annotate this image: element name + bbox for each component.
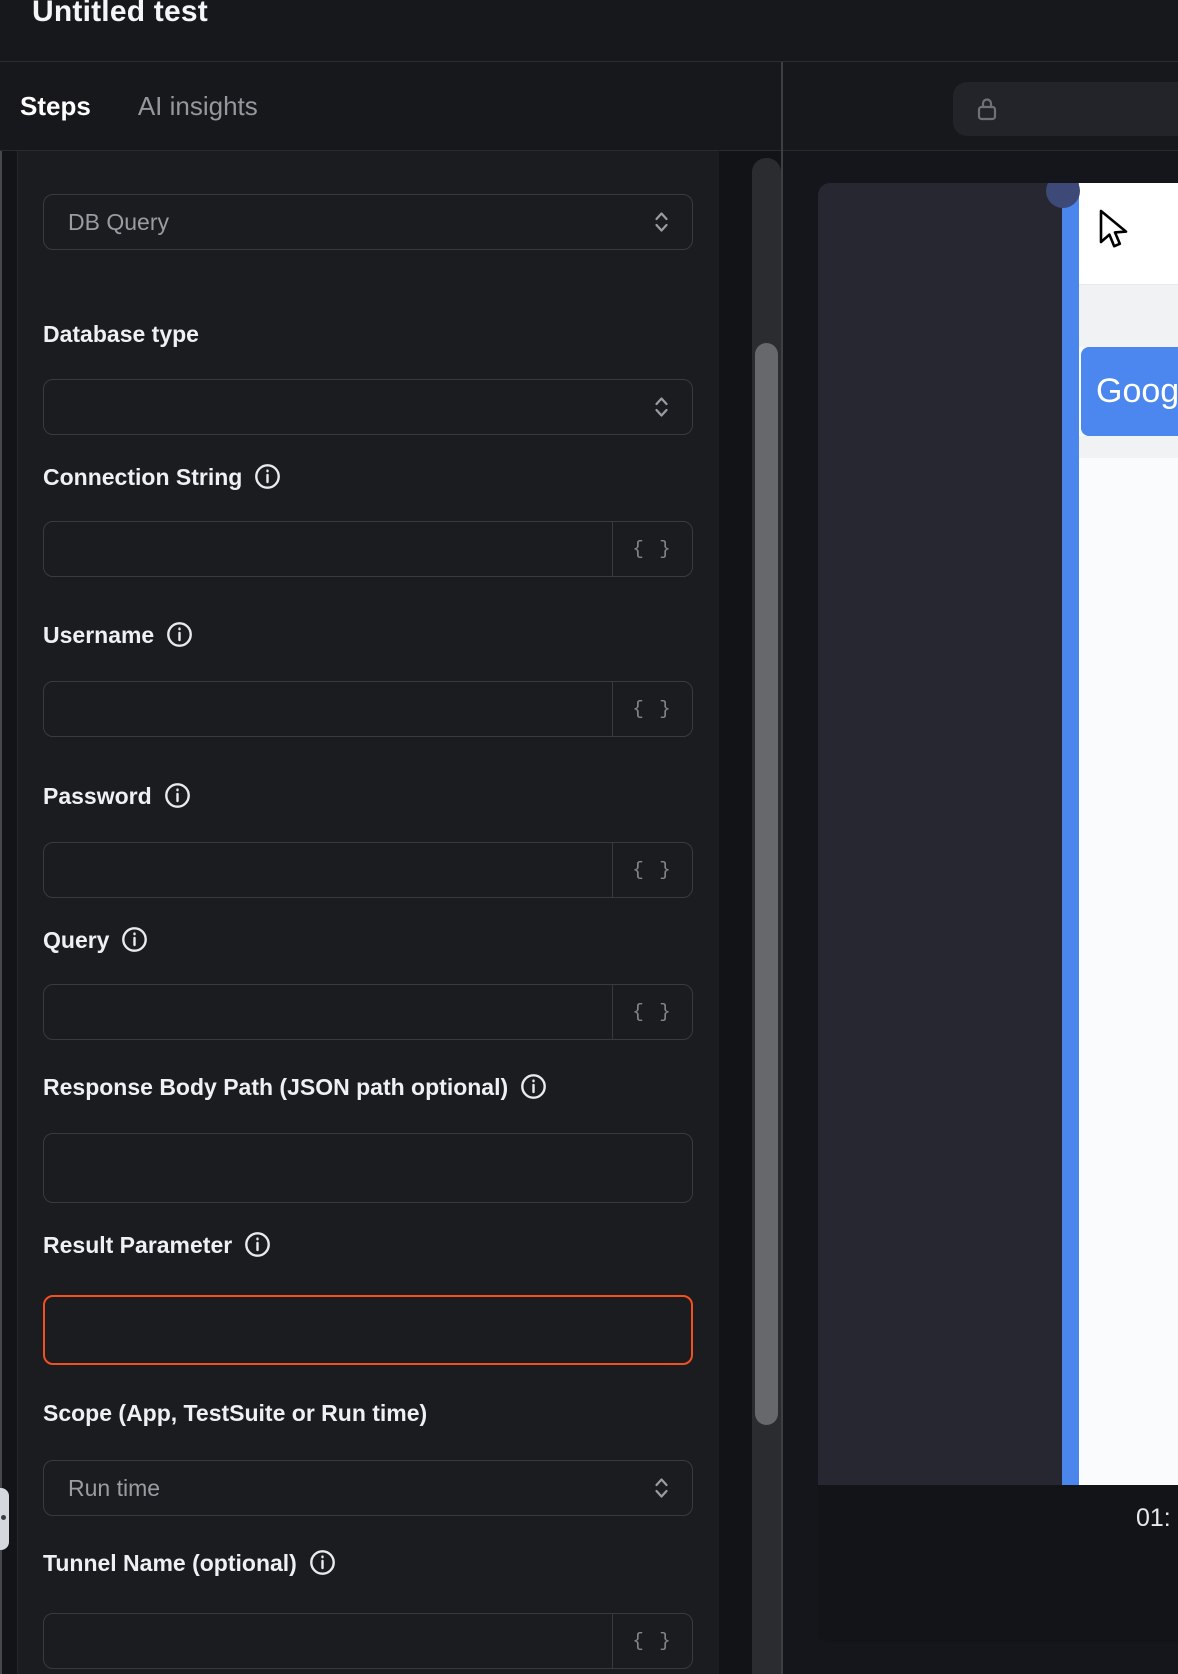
insert-parameter-button[interactable]: { }: [612, 682, 692, 736]
field-connection-string: Connection String { }: [43, 463, 692, 577]
connection-string-input-value: [44, 522, 612, 576]
connection-string-input[interactable]: { }: [43, 521, 693, 577]
panel-scrollbar-thumb[interactable]: [755, 343, 778, 1425]
panel-scrollbar-track[interactable]: [752, 158, 781, 1674]
insert-parameter-button[interactable]: { }: [612, 1614, 692, 1668]
browser-toolbar: [783, 62, 1178, 151]
password-label: Password: [43, 782, 692, 809]
field-username: Username { }: [43, 621, 692, 737]
database-type-label: Database type: [43, 321, 692, 347]
tunnel-name-input[interactable]: { }: [43, 1613, 693, 1669]
query-input-value: [44, 985, 612, 1039]
username-input[interactable]: { }: [43, 681, 693, 737]
info-icon[interactable]: [164, 782, 191, 809]
page-dark-region: [818, 183, 1062, 1485]
connection-string-label: Connection String: [43, 463, 692, 490]
info-icon[interactable]: [254, 463, 281, 490]
field-database-type: Database type: [43, 321, 692, 435]
result-parameter-label: Result Parameter: [43, 1231, 692, 1258]
page-gray-section: [1079, 436, 1178, 458]
insert-parameter-button[interactable]: { }: [612, 522, 692, 576]
action-select[interactable]: DB Query: [43, 194, 693, 250]
query-input[interactable]: { }: [43, 984, 693, 1040]
result-parameter-input-value: [45, 1297, 691, 1363]
google-button-label: Goog: [1096, 372, 1178, 411]
response-body-path-input[interactable]: [43, 1133, 693, 1203]
info-icon[interactable]: [166, 621, 193, 648]
action-select-value: DB Query: [68, 209, 169, 236]
tunnel-name-input-value: [44, 1614, 612, 1668]
panel-gutter: [719, 151, 781, 1674]
query-label: Query: [43, 926, 692, 953]
timeline-timestamp: 01:: [1136, 1504, 1171, 1533]
field-query: Query { }: [43, 926, 692, 1040]
tab-steps[interactable]: Steps: [20, 91, 91, 122]
timeline-bar[interactable]: 01:: [818, 1485, 1178, 1643]
password-input-value: [44, 843, 612, 897]
chevron-updown-icon: [653, 395, 670, 419]
info-icon[interactable]: [520, 1073, 547, 1100]
page-scrollbar-strip: [1062, 183, 1079, 1485]
scope-select-value: Run time: [68, 1475, 160, 1502]
insert-parameter-button[interactable]: { }: [612, 843, 692, 897]
insert-parameter-button[interactable]: { }: [612, 985, 692, 1039]
url-bar[interactable]: [953, 82, 1178, 136]
recording-card: Goog 01:: [818, 183, 1178, 1643]
username-input-value: [44, 682, 612, 736]
step-settings-panel: DB Query Database type Connection String…: [17, 151, 719, 1674]
chevron-updown-icon: [653, 210, 670, 234]
edge-handle[interactable]: [0, 1488, 9, 1550]
field-password: Password { }: [43, 782, 692, 898]
lock-icon: [975, 94, 999, 124]
info-icon[interactable]: [309, 1549, 336, 1576]
browser-preview-area: Goog 01:: [783, 152, 1178, 1674]
username-label: Username: [43, 621, 692, 648]
field-scope: Scope (App, TestSuite or Run time) Run t…: [43, 1400, 692, 1516]
edge-handle-dot: [1, 1515, 6, 1520]
result-parameter-input[interactable]: [43, 1295, 693, 1365]
response-body-path-input-value: [44, 1134, 692, 1202]
page-content-region: Goog: [1079, 183, 1178, 1485]
title-bar: Untitled test: [0, 0, 1178, 62]
page-gray-section: [1079, 285, 1178, 347]
field-response-body-path: Response Body Path (JSON path optional): [43, 1073, 692, 1203]
scope-select[interactable]: Run time: [43, 1460, 693, 1516]
chevron-updown-icon: [653, 1476, 670, 1500]
database-type-select[interactable]: [43, 379, 693, 435]
page-title: Untitled test: [32, 0, 208, 29]
password-input[interactable]: { }: [43, 842, 693, 898]
left-gutter: [2, 151, 17, 1674]
page-screenshot[interactable]: Goog: [818, 183, 1178, 1485]
tunnel-name-label: Tunnel Name (optional): [43, 1549, 692, 1576]
field-tunnel-name: Tunnel Name (optional) { }: [43, 1549, 692, 1669]
info-icon[interactable]: [121, 926, 148, 953]
mouse-cursor-icon: [1095, 209, 1135, 251]
google-button[interactable]: Goog: [1081, 347, 1178, 436]
info-icon[interactable]: [244, 1231, 271, 1258]
tab-bar: Steps AI insights: [0, 62, 781, 151]
response-body-path-label: Response Body Path (JSON path optional): [43, 1073, 692, 1100]
tab-ai-insights[interactable]: AI insights: [138, 91, 258, 122]
field-result-parameter: Result Parameter: [43, 1231, 692, 1365]
scope-label: Scope (App, TestSuite or Run time): [43, 1400, 692, 1426]
